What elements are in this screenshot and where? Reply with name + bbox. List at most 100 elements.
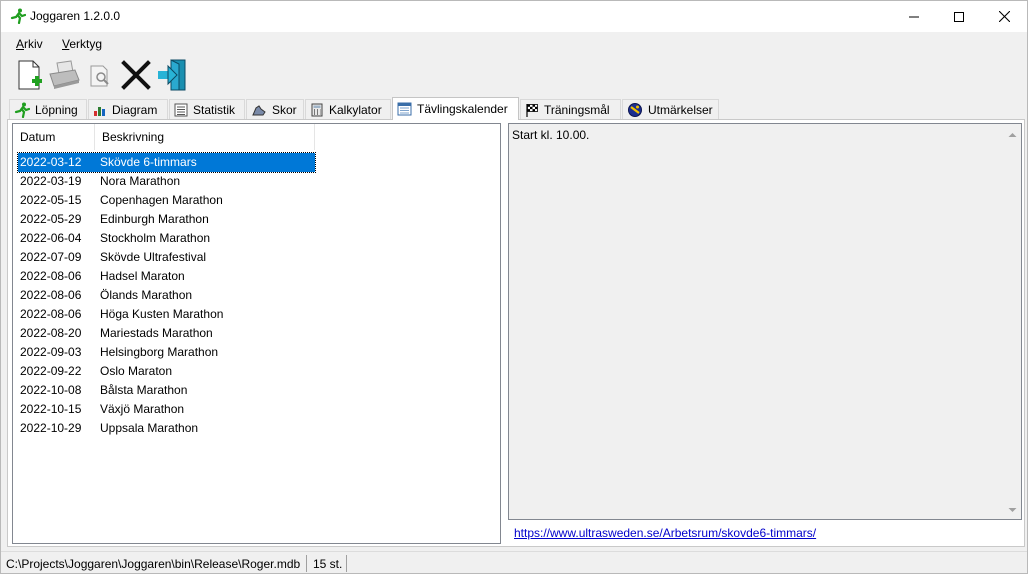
detail-scrollbar[interactable] [1004, 124, 1021, 519]
list-item-date: 2022-08-06 [20, 269, 82, 283]
tab-lopning[interactable]: Löpning [9, 99, 87, 119]
list-item-date: 2022-08-20 [20, 326, 82, 340]
print-icon [49, 60, 80, 89]
list-item[interactable]: 2022-09-03 Helsingborg Marathon [18, 343, 315, 362]
status-db-path: C:\Projects\Joggaren\Joggaren\bin\Releas… [6, 557, 301, 571]
list-item[interactable]: 2022-03-12 Skövde 6-timmars [17, 152, 316, 173]
list-item-description: Edinburgh Marathon [100, 212, 209, 226]
list-item[interactable]: 2022-07-09 Skövde Ultrafestival [18, 248, 315, 267]
list-item-description: Mariestads Marathon [100, 326, 213, 340]
race-list[interactable]: Datum Beskrivning 2022-03-12 Skövde 6-tim… [12, 123, 501, 544]
exit-button[interactable] [155, 58, 189, 92]
tab-diagram[interactable]: Diagram [88, 99, 168, 119]
tab-utmarkelser[interactable]: Utmärkelser [622, 99, 719, 119]
tab-traningsmal[interactable]: Träningsmål [520, 99, 621, 119]
shoe-icon [252, 104, 266, 115]
list-item-description: Copenhagen Marathon [100, 193, 223, 207]
checkered-flag-icon [526, 103, 538, 117]
list-item[interactable]: 2022-10-29 Uppsala Marathon [18, 419, 315, 438]
exit-icon [158, 59, 186, 91]
tab-statistik[interactable]: Statistik [169, 99, 245, 119]
print-preview-button[interactable] [85, 58, 119, 92]
menu-bar: Arkiv Verktyg [1, 32, 1027, 55]
close-button[interactable] [981, 1, 1027, 32]
list-item-date: 2022-10-08 [20, 383, 82, 397]
new-button[interactable] [13, 58, 47, 92]
list-item-date: 2022-09-22 [20, 364, 82, 378]
toolbar [1, 55, 1027, 95]
tab-skor[interactable]: Skor [246, 99, 304, 119]
list-item-date: 2022-08-06 [20, 288, 82, 302]
sheet-icon [174, 103, 188, 116]
print-preview-icon [90, 65, 109, 87]
tab-label: Tävlingskalender [417, 102, 508, 116]
list-item-description: Nora Marathon [100, 174, 181, 188]
bar-chart-icon [94, 106, 105, 116]
delete-button[interactable] [119, 58, 153, 92]
list-item-description: Skövde 6-timmars [100, 155, 197, 169]
race-detail-text: Start kl. 10.00. [512, 128, 590, 142]
menu-arkiv[interactable]: Arkiv [16, 37, 43, 51]
list-item[interactable]: 2022-09-22 Oslo Maraton [18, 362, 315, 381]
scroll-down-arrow-icon[interactable] [1004, 502, 1021, 519]
runner-icon [10, 8, 26, 24]
tab-label: Diagram [112, 102, 158, 117]
close-icon [998, 11, 1010, 22]
tab-label: Statistik [193, 102, 236, 117]
list-item-description: Uppsala Marathon [100, 421, 199, 435]
list-item-date: 2022-06-04 [20, 231, 82, 245]
maximize-icon [954, 11, 964, 22]
list-item[interactable]: 2022-06-04 Stockholm Marathon [18, 229, 315, 248]
medal-icon [628, 102, 642, 117]
list-item-description: Stockholm Marathon [100, 231, 211, 245]
minimize-icon [909, 16, 919, 17]
list-item[interactable]: 2022-08-06 Ölands Marathon [18, 286, 315, 305]
tab-strip: Löpning Diagram Statistik Skor Kalkylato… [1, 97, 1027, 120]
column-header-datum[interactable]: Datum [13, 124, 95, 150]
list-item-date: 2022-08-06 [20, 307, 82, 321]
runner-icon [14, 102, 30, 118]
list-item-date: 2022-03-12 [20, 155, 82, 169]
list-item-description: Skövde Ultrafestival [100, 250, 207, 264]
menu-arkiv-label: rkiv [24, 37, 43, 51]
list-item[interactable]: 2022-03-19 Nora Marathon [18, 172, 315, 191]
list-item[interactable]: 2022-08-20 Mariestads Marathon [18, 324, 315, 343]
list-item[interactable]: 2022-05-29 Edinburgh Marathon [18, 210, 315, 229]
status-count: 15 st. [313, 557, 343, 571]
tab-kalkylator[interactable]: Kalkylator [305, 99, 391, 119]
list-item-date: 2022-10-29 [20, 421, 82, 435]
status-bar: C:\Projects\Joggaren\Joggaren\bin\Releas… [1, 551, 1027, 573]
list-item[interactable]: 2022-08-06 Höga Kusten Marathon [18, 305, 315, 324]
race-link-row: https://www.ultrasweden.se/Arbetsrum/sko… [508, 522, 1022, 542]
list-item-date: 2022-10-15 [20, 402, 82, 416]
list-item[interactable]: 2022-10-08 Bålsta Marathon [18, 381, 315, 400]
title-bar[interactable]: Joggaren 1.2.0.0 [1, 1, 1027, 32]
list-item-description: Helsingborg Marathon [100, 345, 219, 359]
tab-content-panel: Datum Beskrivning 2022-03-12 Skövde 6-tim… [7, 119, 1025, 547]
tab-label: Skor [272, 102, 297, 117]
race-detail-box[interactable]: Start kl. 10.00. [508, 123, 1022, 520]
list-item-date: 2022-07-09 [20, 250, 82, 264]
column-header-beskrivning[interactable]: Beskrivning [95, 124, 315, 150]
delete-icon [121, 60, 151, 90]
window-title: Joggaren 1.2.0.0 [30, 9, 121, 23]
app-window: Joggaren 1.2.0.0 Arkiv Verktyg Löpning D… [0, 0, 1028, 574]
list-item[interactable]: 2022-10-15 Växjö Marathon [18, 400, 315, 419]
tab-tavlingskalender[interactable]: Tävlingskalender [392, 97, 519, 120]
list-item-description: Bålsta Marathon [100, 383, 188, 397]
maximize-button[interactable] [936, 1, 982, 32]
list-item-date: 2022-05-15 [20, 193, 82, 207]
tab-label: Träningsmål [544, 102, 610, 117]
minimize-button[interactable] [891, 1, 937, 32]
status-separator [346, 555, 347, 572]
print-button[interactable] [47, 58, 81, 92]
scroll-up-arrow-icon[interactable] [1004, 126, 1021, 143]
list-item[interactable]: 2022-05-15 Copenhagen Marathon [18, 191, 315, 210]
menu-verktyg[interactable]: Verktyg [62, 37, 102, 51]
menu-verktyg-label: erktyg [69, 37, 103, 51]
race-link[interactable]: https://www.ultrasweden.se/Arbetsrum/sko… [514, 526, 816, 540]
list-item-description: Höga Kusten Marathon [100, 307, 224, 321]
list-item[interactable]: 2022-08-06 Hadsel Maraton [18, 267, 315, 286]
status-separator [306, 555, 307, 572]
list-item-description: Hadsel Maraton [100, 269, 185, 283]
